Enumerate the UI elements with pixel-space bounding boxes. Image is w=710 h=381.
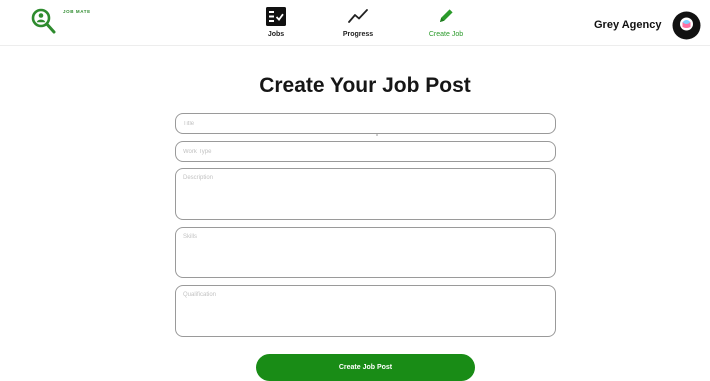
magnifier-person-icon <box>31 8 56 34</box>
top-navigation-bar: JOB MATE Jobs Progress Create Job Grey A… <box>0 0 710 46</box>
nav-jobs[interactable]: Jobs <box>246 6 306 38</box>
trend-line-icon <box>348 9 368 23</box>
nav-progress-label: Progress <box>342 31 374 38</box>
agency-name[interactable]: Grey Agency <box>594 19 661 31</box>
job-mate-logo[interactable]: JOB MATE <box>30 8 91 36</box>
create-job-post-button[interactable]: Create Job Post <box>256 354 475 381</box>
logo-text: JOB MATE <box>63 9 91 14</box>
skills-textarea[interactable] <box>175 227 556 278</box>
nav-jobs-label: Jobs <box>267 31 285 38</box>
nav-create-job-label: Create Job <box>428 31 464 38</box>
job-list-icon <box>266 6 286 26</box>
pencil-icon <box>440 9 453 22</box>
qualification-textarea[interactable] <box>175 285 556 337</box>
title-input[interactable] <box>175 113 556 134</box>
nav-create-job[interactable]: Create Job <box>416 6 476 38</box>
avatar-icon[interactable] <box>672 11 701 40</box>
work-type-input[interactable] <box>175 141 556 162</box>
nav-progress[interactable]: Progress <box>328 6 388 38</box>
page-title: Create Your Job Post <box>259 74 471 97</box>
text-caret <box>376 134 378 136</box>
description-textarea[interactable] <box>175 168 556 220</box>
